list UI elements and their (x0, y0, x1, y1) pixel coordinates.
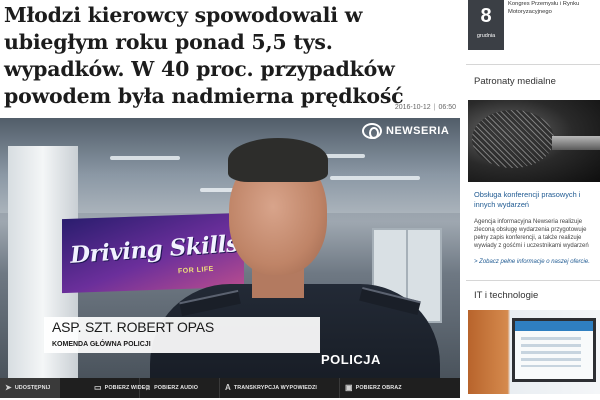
event-title[interactable]: Kongres Przemysłu i Rynku Motoryzacyjneg… (508, 0, 600, 16)
music-note-icon: ♫ (145, 383, 152, 392)
share-icon: ➤ (5, 383, 12, 392)
event-date-box: 8 grudnia (468, 0, 504, 50)
speaker-name: ASP. SZT. ROBERT OPAS (52, 319, 215, 335)
download-image-button[interactable]: ▣ POBIERZ OBRAZ (340, 378, 420, 398)
article-main: Młodzi kierowcy spowodowali w ubiegłym r… (0, 0, 460, 400)
newseria-logo: NEWSERIA (362, 123, 449, 139)
download-image-label: POBIERZ OBRAZ (355, 385, 402, 391)
meta-separator: | (433, 104, 436, 111)
transcript-label: TRANSKRYPCJA WYPOWIEDZI (233, 385, 317, 391)
ceiling-light (330, 176, 420, 180)
sidebar-divider (466, 280, 600, 281)
promo-more-link[interactable]: > Zobacz pełne informacje o naszej oferc… (474, 259, 600, 265)
uniform-policja-text: POLICJA (321, 352, 381, 367)
article-time: 06:50 (438, 104, 456, 111)
download-audio-label: POBIERZ AUDIO (154, 385, 199, 391)
video-player[interactable]: Driving Skills FOR LIFE POLICJA NEWSERIA… (0, 118, 460, 378)
promo-title-link[interactable]: Obsługa konferencji prasowych i innych w… (474, 190, 600, 210)
transcript-button[interactable]: A TRANSKRYPCJA WYPOWIEDZI (220, 378, 340, 398)
image-icon: ▣ (345, 383, 353, 392)
patronage-heading: Patronaty medialne (474, 76, 556, 87)
download-video-button[interactable]: ▭ POBIERZ WIDEO (60, 378, 150, 398)
promo-more-text: Zobacz pełne informacje o naszej ofercie… (479, 259, 590, 265)
article-date: 2016-10-12 (394, 104, 431, 111)
monitor-icon: ▭ (94, 383, 102, 392)
speaker-organization: KOMENDA GŁÓWNA POLICJI (52, 341, 151, 348)
article-headline: Młodzi kierowcy spowodowali w ubiegłym r… (4, 3, 404, 108)
video-toolbar: ➤ UDOSTĘPNIJ ▭ POBIERZ WIDEO ♫ POBIERZ A… (0, 378, 460, 398)
download-audio-button[interactable]: ♫ POBIERZ AUDIO (140, 378, 220, 398)
speaker-hair (228, 138, 328, 182)
laptop-thumbnail[interactable] (468, 310, 600, 394)
laptop-screen (512, 318, 596, 382)
article-meta: 2016-10-12 | 06:50 (395, 104, 456, 111)
newseria-logo-text: NEWSERIA (386, 125, 450, 137)
share-label: UDOSTĘPNIJ (14, 385, 51, 391)
newseria-logo-icon (362, 123, 382, 139)
section-heading-it: IT i technologie (474, 290, 539, 301)
text-icon: A (225, 383, 231, 392)
event-month: grudnia (476, 33, 496, 39)
event-day: 8 (480, 5, 492, 27)
ceiling-light (110, 156, 180, 160)
share-button[interactable]: ➤ UDOSTĘPNIJ (0, 378, 60, 398)
sidebar-divider (466, 64, 600, 65)
event-card[interactable]: 8 grudnia Kongres Przemysłu i Rynku Moto… (466, 0, 600, 56)
promo-description: Agencja informacyjna Newseria realizuje … (474, 219, 589, 249)
microphone-thumbnail[interactable] (468, 100, 600, 182)
